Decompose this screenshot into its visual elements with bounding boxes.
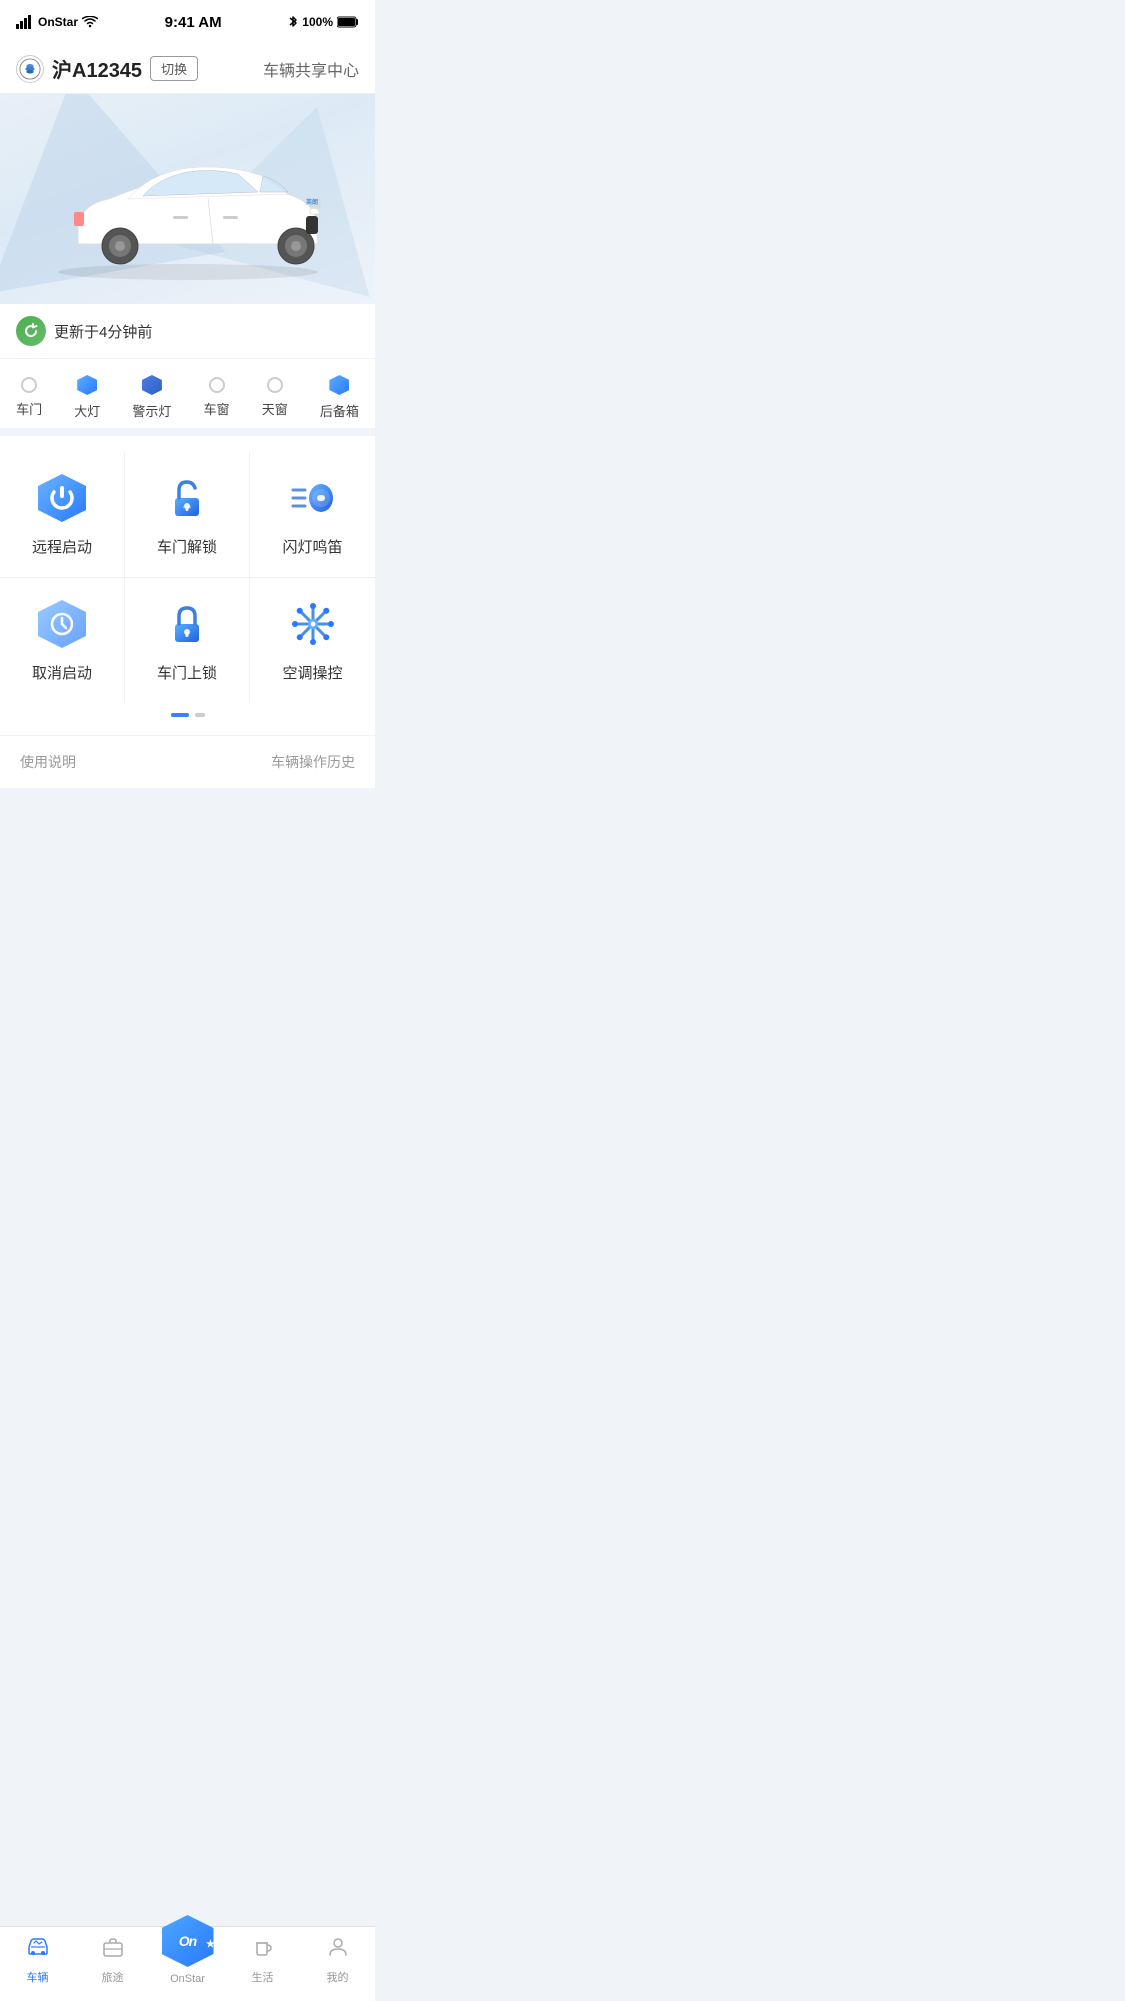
- battery-icon: [337, 16, 359, 28]
- header-left: 沪A12345 切换: [16, 54, 263, 83]
- bluetooth-icon: [288, 15, 298, 29]
- door-unlock-label: 车门解锁: [157, 536, 217, 557]
- indicator-label-door: 车门: [16, 399, 42, 418]
- action-door-lock[interactable]: 车门上锁: [125, 578, 250, 703]
- cancel-start-icon: [36, 598, 88, 650]
- svg-text:英朗: 英朗: [305, 198, 318, 206]
- indicator-label-headlight: 大灯: [74, 401, 100, 420]
- indicator-dot-door: [21, 377, 37, 393]
- actions-section: 远程启动: [0, 436, 375, 735]
- tab-mine-label: 我的: [327, 1969, 349, 1985]
- tab-vehicle-label: 车辆: [27, 1969, 49, 1985]
- action-flash-horn[interactable]: 闪灯鸣笛: [250, 452, 375, 578]
- update-text: 更新于4分钟前: [54, 321, 152, 342]
- tab-journey[interactable]: 旅途: [75, 1935, 150, 1985]
- wifi-icon: [82, 16, 98, 28]
- app-header: 沪A12345 切换 车辆共享中心: [0, 44, 375, 94]
- action-ac-control[interactable]: 空调操控: [250, 578, 375, 703]
- pagination-dots: [0, 703, 375, 727]
- status-left: OnStar: [16, 15, 98, 29]
- cancel-start-label: 取消启动: [32, 662, 92, 683]
- footer-links: 使用说明 车辆操作历史: [0, 736, 375, 788]
- tab-vehicle[interactable]: 车辆: [0, 1935, 75, 1985]
- vehicle-tab-svg: [26, 1935, 50, 1959]
- mine-tab-svg: [326, 1935, 350, 1959]
- indicator-dot-hazard: [142, 375, 162, 395]
- journey-tab-svg: [101, 1935, 125, 1959]
- status-bar: OnStar 9:41 AM 100%: [0, 0, 375, 44]
- tab-mine-icon: [326, 1935, 350, 1965]
- door-unlock-icon: [161, 472, 213, 524]
- carrier-label: OnStar: [38, 15, 78, 29]
- tab-life[interactable]: 生活: [225, 1935, 300, 1985]
- flash-horn-label: 闪灯鸣笛: [282, 536, 342, 557]
- refresh-arrow-icon: [23, 323, 39, 339]
- signal-icon: [16, 15, 34, 29]
- indicator-dot-window: [209, 377, 225, 393]
- indicator-hazard[interactable]: 警示灯: [132, 375, 171, 420]
- indicator-label-hazard: 警示灯: [132, 401, 171, 420]
- remote-start-svg: [36, 472, 88, 524]
- indicator-headlight[interactable]: 大灯: [74, 375, 100, 420]
- update-bar[interactable]: 更新于4分钟前: [0, 304, 375, 358]
- buick-logo-svg: [19, 58, 41, 80]
- flash-horn-svg: [287, 472, 339, 524]
- car-image-container: 英朗: [0, 114, 375, 294]
- ac-control-svg: [287, 598, 339, 650]
- status-time: 9:41 AM: [165, 14, 222, 31]
- indicator-dot-headlight: [77, 375, 97, 395]
- status-indicators: 车门 大灯 警示灯 车窗 天窗 后备箱: [0, 359, 375, 428]
- tab-life-icon: [251, 1935, 275, 1965]
- door-lock-icon: [161, 598, 213, 650]
- history-link[interactable]: 车辆操作历史: [271, 752, 355, 772]
- instructions-link[interactable]: 使用说明: [20, 752, 76, 772]
- tab-bar: 车辆 旅途 On ★ OnStar: [0, 1926, 375, 2001]
- onstar-center-icon: On ★: [162, 1915, 214, 1967]
- action-cancel-start[interactable]: 取消启动: [0, 578, 125, 703]
- ac-control-label: 空调操控: [282, 662, 342, 683]
- buick-logo: [16, 55, 44, 83]
- remote-start-icon: [36, 472, 88, 524]
- indicator-trunk[interactable]: 后备箱: [320, 375, 359, 420]
- tab-life-label: 生活: [252, 1969, 274, 1985]
- tab-journey-icon: [101, 1935, 125, 1965]
- indicator-dot-sunroof: [267, 377, 283, 393]
- indicator-label-trunk: 后备箱: [320, 401, 359, 420]
- dot-active[interactable]: [171, 713, 189, 717]
- tab-onstar-label: OnStar: [170, 1973, 205, 1985]
- car-hero-section: 英朗: [0, 94, 375, 304]
- cancel-start-svg: [36, 598, 88, 650]
- plate-number: 沪A12345: [52, 54, 142, 83]
- car-image: 英朗: [28, 124, 348, 284]
- dot-inactive[interactable]: [195, 713, 205, 717]
- status-right: 100%: [288, 15, 359, 29]
- indicator-sunroof[interactable]: 天窗: [262, 377, 288, 418]
- tab-vehicle-icon: [26, 1935, 50, 1965]
- vehicle-share-label[interactable]: 车辆共享中心: [263, 57, 359, 81]
- switch-button[interactable]: 切换: [150, 56, 198, 81]
- door-lock-label: 车门上锁: [157, 662, 217, 683]
- tab-journey-label: 旅途: [102, 1969, 124, 1985]
- door-unlock-svg: [161, 472, 213, 524]
- tab-onstar[interactable]: On ★ OnStar: [150, 1935, 225, 1985]
- refresh-icon[interactable]: [16, 316, 46, 346]
- tab-mine[interactable]: 我的: [300, 1935, 375, 1985]
- action-remote-start[interactable]: 远程启动: [0, 452, 125, 578]
- indicator-label-sunroof: 天窗: [262, 399, 288, 418]
- flash-horn-icon: [287, 472, 339, 524]
- ac-control-icon: [287, 598, 339, 650]
- remote-start-label: 远程启动: [32, 536, 92, 557]
- indicator-label-window: 车窗: [204, 399, 230, 418]
- actions-grid: 远程启动: [0, 452, 375, 703]
- door-lock-svg: [161, 598, 213, 650]
- life-tab-svg: [251, 1935, 275, 1959]
- indicator-window[interactable]: 车窗: [204, 377, 230, 418]
- action-door-unlock[interactable]: 车门解锁: [125, 452, 250, 578]
- indicator-dot-trunk: [329, 375, 349, 395]
- battery-percent: 100%: [302, 15, 333, 29]
- indicator-door[interactable]: 车门: [16, 377, 42, 418]
